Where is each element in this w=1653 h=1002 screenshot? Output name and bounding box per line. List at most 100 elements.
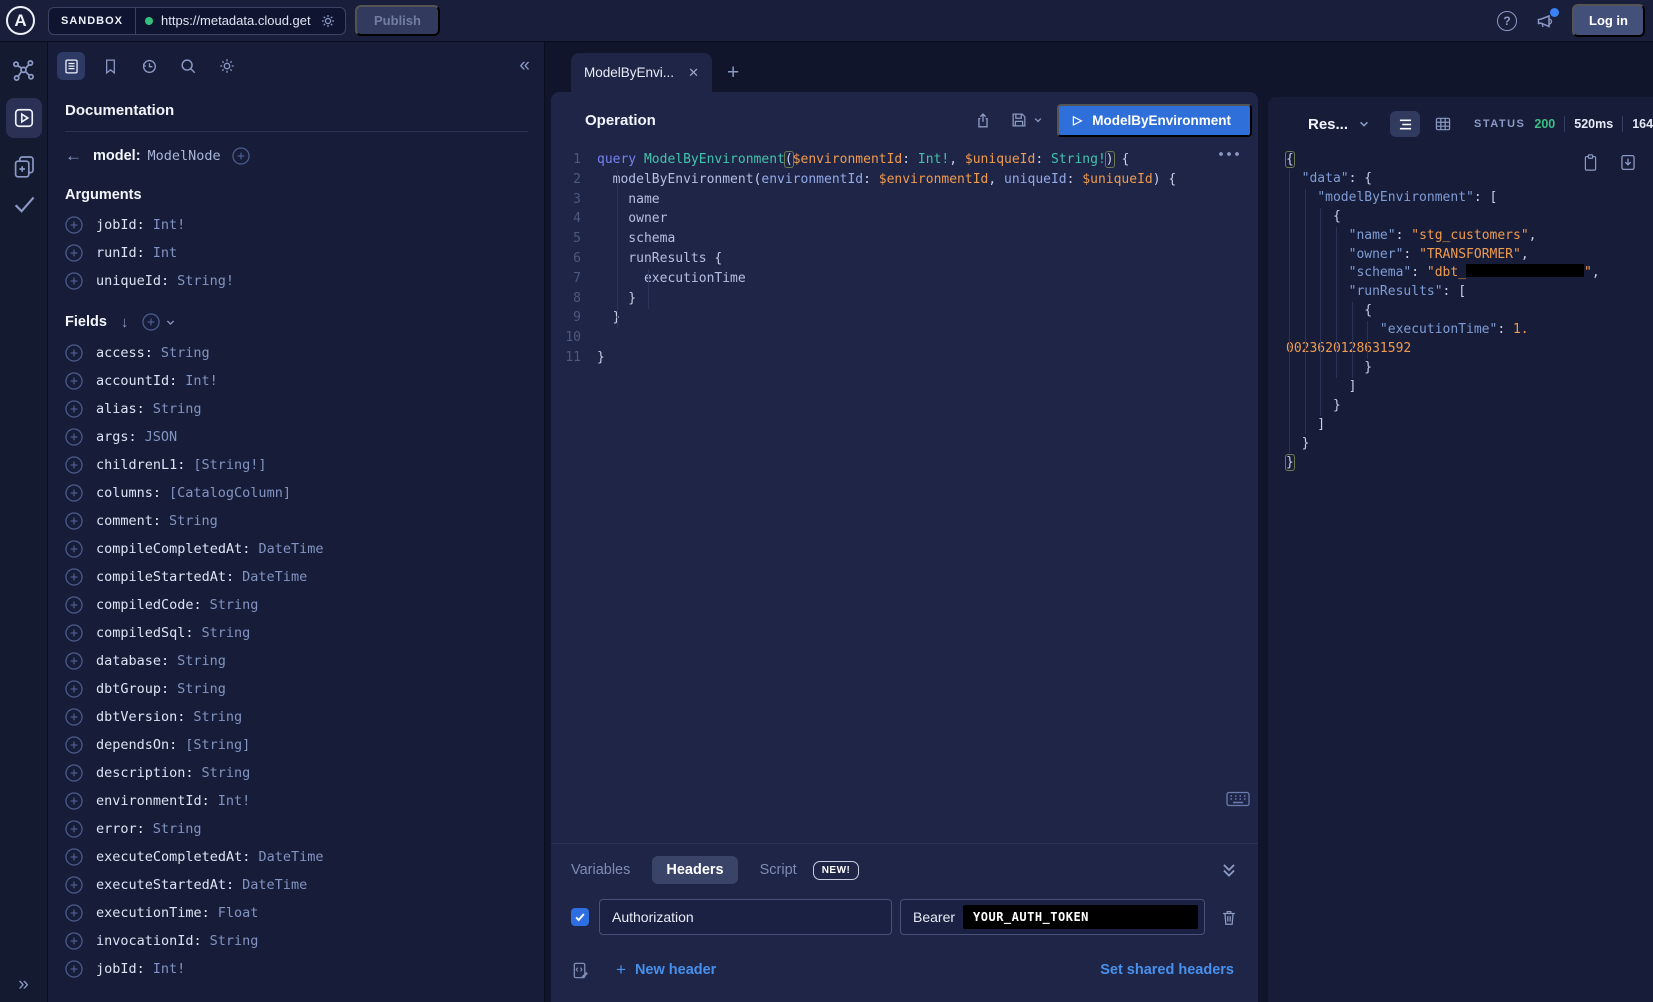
- add-to-query-icon[interactable]: [65, 484, 83, 502]
- collections-icon[interactable]: [12, 154, 36, 178]
- close-tab-icon[interactable]: ✕: [688, 65, 699, 81]
- field-type[interactable]: Float: [218, 905, 259, 921]
- field-name[interactable]: uniqueId:: [96, 273, 169, 289]
- add-to-query-icon[interactable]: [65, 456, 83, 474]
- field-type[interactable]: Int: [153, 245, 177, 261]
- field-name[interactable]: accountId:: [96, 373, 177, 389]
- add-to-query-icon[interactable]: [65, 708, 83, 726]
- header-enabled-checkbox[interactable]: [571, 908, 589, 926]
- field-type[interactable]: String: [169, 513, 218, 529]
- copy-response-icon[interactable]: [1582, 153, 1599, 172]
- field-type[interactable]: String: [177, 653, 226, 669]
- add-to-query-icon[interactable]: [65, 764, 83, 782]
- field-name[interactable]: compileStartedAt:: [96, 569, 234, 585]
- sort-fields-icon[interactable]: ↓: [121, 314, 129, 331]
- tab-variables[interactable]: Variables: [571, 862, 630, 878]
- field-type[interactable]: String!: [177, 273, 234, 289]
- add-to-query-icon[interactable]: [65, 540, 83, 558]
- field-type[interactable]: String: [193, 709, 242, 725]
- add-all-fields-icon[interactable]: [142, 313, 176, 331]
- add-to-query-icon[interactable]: [65, 272, 83, 290]
- add-to-query-icon[interactable]: [65, 624, 83, 642]
- field-type[interactable]: String: [161, 345, 210, 361]
- field-name[interactable]: compiledSql:: [96, 625, 194, 641]
- field-name[interactable]: jobId:: [96, 961, 145, 977]
- field-name[interactable]: description:: [96, 765, 194, 781]
- add-to-query-icon[interactable]: [65, 932, 83, 950]
- field-name[interactable]: executionTime:: [96, 905, 210, 921]
- field-name[interactable]: runId:: [96, 245, 145, 261]
- login-button[interactable]: Log in: [1572, 4, 1645, 37]
- expand-rail-icon[interactable]: »: [18, 974, 29, 996]
- endpoint-url-box[interactable]: https://metadata.cloud.get: [135, 7, 346, 35]
- operation-tab[interactable]: ModelByEnvi... ✕: [571, 53, 712, 92]
- field-name[interactable]: dbtGroup:: [96, 681, 169, 697]
- field-name[interactable]: columns:: [96, 485, 161, 501]
- add-to-query-icon[interactable]: [65, 820, 83, 838]
- auth-token-redacted[interactable]: YOUR_AUTH_TOKEN: [963, 905, 1198, 929]
- field-name[interactable]: invocationId:: [96, 933, 202, 949]
- field-name[interactable]: database:: [96, 653, 169, 669]
- field-type[interactable]: String: [153, 401, 202, 417]
- save-icon[interactable]: [1010, 111, 1028, 129]
- back-arrow-icon[interactable]: ←: [65, 146, 82, 166]
- add-to-query-icon[interactable]: [65, 344, 83, 362]
- help-icon[interactable]: ?: [1497, 11, 1517, 31]
- run-operation-button[interactable]: ▷ ModelByEnvironment: [1057, 104, 1252, 137]
- new-header-button[interactable]: + New header: [616, 960, 716, 980]
- field-type[interactable]: [String]: [185, 737, 250, 753]
- field-type[interactable]: [String!]: [193, 457, 266, 473]
- add-model-field-icon[interactable]: [232, 147, 250, 165]
- field-name[interactable]: access:: [96, 345, 153, 361]
- add-to-query-icon[interactable]: [65, 244, 83, 262]
- new-tab-icon[interactable]: +: [727, 62, 739, 83]
- field-name[interactable]: environmentId:: [96, 793, 210, 809]
- add-to-query-icon[interactable]: [65, 512, 83, 530]
- field-name[interactable]: alias:: [96, 401, 145, 417]
- explorer-nav-item-active[interactable]: [6, 98, 42, 138]
- collapse-panel-icon[interactable]: [1220, 861, 1238, 879]
- add-to-query-icon[interactable]: [65, 428, 83, 446]
- field-name[interactable]: args:: [96, 429, 137, 445]
- field-type[interactable]: JSON: [145, 429, 178, 445]
- download-response-icon[interactable]: [1619, 153, 1637, 172]
- field-type[interactable]: String: [202, 625, 251, 641]
- header-value-input[interactable]: Bearer YOUR_AUTH_TOKEN: [900, 899, 1205, 935]
- edit-raw-headers-icon[interactable]: [571, 961, 590, 980]
- field-type[interactable]: String: [177, 681, 226, 697]
- set-shared-headers-link[interactable]: Set shared headers: [1100, 962, 1234, 978]
- checks-icon[interactable]: [12, 192, 36, 216]
- field-name[interactable]: dbtVersion:: [96, 709, 185, 725]
- field-type[interactable]: DateTime: [242, 569, 307, 585]
- field-type[interactable]: DateTime: [242, 877, 307, 893]
- field-type[interactable]: Int!: [153, 961, 186, 977]
- save-operation-group[interactable]: [1010, 111, 1043, 129]
- endpoint-settings-gear-icon[interactable]: [320, 13, 336, 29]
- field-name[interactable]: jobId:: [96, 217, 145, 233]
- documentation-tab-icon[interactable]: [57, 52, 85, 80]
- field-name[interactable]: error:: [96, 821, 145, 837]
- add-to-query-icon[interactable]: [65, 904, 83, 922]
- response-dropdown-chevron-icon[interactable]: [1358, 118, 1370, 130]
- add-to-query-icon[interactable]: [65, 792, 83, 810]
- search-icon[interactable]: [174, 52, 202, 80]
- field-type[interactable]: String: [210, 597, 259, 613]
- history-icon[interactable]: [135, 52, 163, 80]
- add-to-query-icon[interactable]: [65, 596, 83, 614]
- tab-script[interactable]: Script: [760, 862, 797, 878]
- field-name[interactable]: compileCompletedAt:: [96, 541, 250, 557]
- add-to-query-icon[interactable]: [65, 736, 83, 754]
- field-name[interactable]: executeCompletedAt:: [96, 849, 250, 865]
- collapse-docs-icon[interactable]: «: [519, 55, 530, 77]
- add-to-query-icon[interactable]: [65, 848, 83, 866]
- add-to-query-icon[interactable]: [65, 876, 83, 894]
- publish-button[interactable]: Publish: [355, 5, 440, 36]
- more-options-icon[interactable]: [1218, 150, 1240, 158]
- bookmarks-icon[interactable]: [96, 52, 124, 80]
- field-type[interactable]: DateTime: [258, 541, 323, 557]
- add-to-query-icon[interactable]: [65, 680, 83, 698]
- field-type[interactable]: [CatalogColumn]: [169, 485, 291, 501]
- field-name[interactable]: executeStartedAt:: [96, 877, 234, 893]
- add-to-query-icon[interactable]: [65, 568, 83, 586]
- field-type[interactable]: Int!: [185, 373, 218, 389]
